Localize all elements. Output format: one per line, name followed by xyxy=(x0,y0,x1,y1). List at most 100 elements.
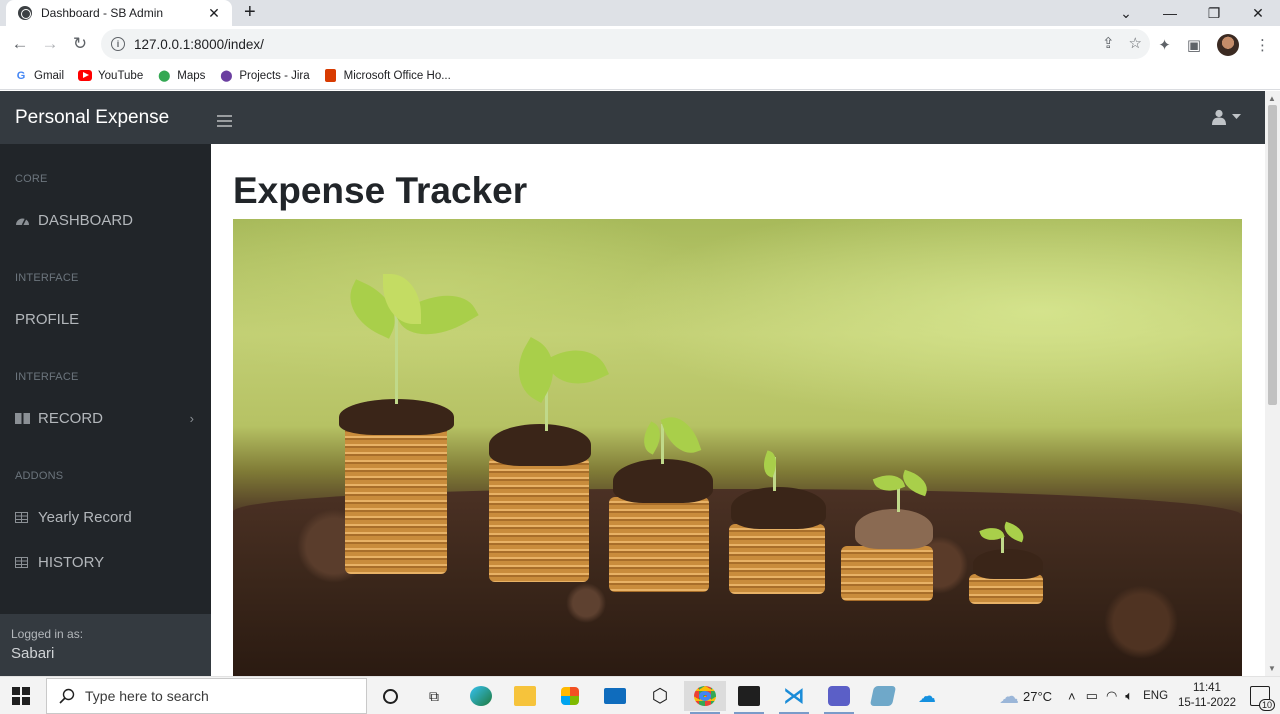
chevron-up-icon[interactable]: ˄ xyxy=(1068,689,1076,704)
vscode-icon[interactable]: ⋊ xyxy=(773,681,815,714)
sidebar-footer: Logged in as: Sabari xyxy=(0,614,211,676)
sidebar-toggle-icon[interactable] xyxy=(217,115,232,130)
browser-tab-active[interactable]: Dashboard - SB Admin ✕ xyxy=(6,0,232,26)
volume-icon[interactable]: 🔈︎ xyxy=(1125,688,1133,704)
3d-viewer-icon[interactable]: ⬡ xyxy=(639,681,681,711)
clock[interactable]: 11:41 15-11-2022 xyxy=(1178,681,1236,711)
caret-down-icon xyxy=(1232,114,1241,119)
sidebar-item-history[interactable]: HISTORY xyxy=(15,554,200,571)
onedrive-icon[interactable]: ☁ xyxy=(906,681,948,711)
table-icon xyxy=(15,557,28,568)
forward-icon[interactable]: → xyxy=(38,32,62,56)
profile-avatar[interactable] xyxy=(1217,34,1239,56)
sidebar-heading-interface: INTERFACE xyxy=(15,272,79,284)
toolbar-actions: ✦ ▣ ⋮ xyxy=(1158,34,1270,56)
weather-temp[interactable]: 27°C xyxy=(1023,689,1052,704)
terminal-icon[interactable] xyxy=(728,681,770,714)
language-indicator[interactable]: ENG xyxy=(1143,690,1168,702)
sidebar-item-dashboard[interactable]: DASHBOARD xyxy=(15,212,200,229)
notification-icon[interactable]: 10 xyxy=(1250,686,1275,711)
share-icon[interactable]: ⇪ xyxy=(1102,34,1115,52)
weather-icon[interactable]: ☁ xyxy=(999,684,1019,709)
browser-menu-icon[interactable]: ⋮ xyxy=(1255,36,1270,54)
file-explorer-icon[interactable] xyxy=(504,681,546,711)
columns-icon xyxy=(15,413,30,424)
scroll-down-icon[interactable]: ▼ xyxy=(1268,664,1276,673)
chevron-right-icon: › xyxy=(189,411,194,426)
user-icon xyxy=(1212,109,1226,125)
task-view-icon[interactable]: ⧉ xyxy=(413,681,455,711)
plant-leaf xyxy=(660,410,702,460)
notes-icon[interactable] xyxy=(862,681,904,711)
coin-stack xyxy=(345,424,447,574)
sidebar-item-yearly-record[interactable]: Yearly Record xyxy=(15,509,200,526)
side-panel-icon[interactable]: ▣ xyxy=(1187,36,1201,54)
plant-leaf xyxy=(544,337,610,397)
sidebar-item-label: RECORD xyxy=(38,410,104,427)
bookmark-youtube[interactable]: YouTube xyxy=(78,69,143,83)
bookmark-maps[interactable]: ⬤ Maps xyxy=(157,69,205,83)
tachometer-icon xyxy=(16,218,29,226)
soil-mound xyxy=(339,399,454,435)
new-tab-button[interactable]: + xyxy=(244,1,262,23)
sidebar-item-label: PROFILE xyxy=(15,311,80,328)
sidebar-heading-core: CORE xyxy=(15,173,48,185)
sidebar: CORE DASHBOARD INTERFACE PROFILE INTERFA… xyxy=(0,144,211,676)
battery-icon[interactable]: ▭ xyxy=(1086,688,1098,704)
minimize-button[interactable]: — xyxy=(1148,0,1192,26)
soil-mound xyxy=(855,509,933,549)
bookmark-gmail[interactable]: G Gmail xyxy=(14,69,64,83)
user-dropdown[interactable] xyxy=(1212,109,1241,125)
reload-icon[interactable]: ↻ xyxy=(68,32,92,56)
plant-stem xyxy=(1001,537,1004,553)
bookmark-label: Projects - Jira xyxy=(239,69,310,82)
soil-mound xyxy=(613,459,713,503)
brand-title[interactable]: Personal Expense xyxy=(15,107,169,129)
sidebar-heading-interface-2: INTERFACE xyxy=(15,371,79,383)
coin-stack xyxy=(729,524,825,594)
edge-icon[interactable] xyxy=(460,681,502,711)
windows-start-icon[interactable] xyxy=(12,687,30,705)
sidebar-item-record[interactable]: RECORD › xyxy=(15,410,200,427)
clock-time: 11:41 xyxy=(1193,682,1221,694)
coin-stack xyxy=(841,546,933,601)
address-bar[interactable]: i 127.0.0.1:8000/index/ ⇪ ☆ xyxy=(101,29,1150,59)
close-window-button[interactable]: ✕ xyxy=(1236,0,1280,26)
window-controls: ⌄ — ❐ ✕ xyxy=(1104,0,1280,26)
taskbar-search[interactable]: Type here to search xyxy=(46,678,367,714)
omnibox-actions: ⇪ ☆ xyxy=(1102,34,1142,52)
wifi-icon[interactable]: ◠ xyxy=(1106,688,1117,704)
search-placeholder: Type here to search xyxy=(85,688,209,704)
scroll-up-icon[interactable]: ▲ xyxy=(1268,94,1276,103)
sidebar-heading-addons: ADDONS xyxy=(15,470,64,482)
tab-search-icon[interactable]: ⌄ xyxy=(1104,0,1148,26)
chrome-icon[interactable] xyxy=(684,681,726,714)
restore-button[interactable]: ❐ xyxy=(1192,0,1236,26)
bookmark-office[interactable]: Microsoft Office Ho... xyxy=(324,69,451,83)
back-icon[interactable]: ← xyxy=(8,32,32,56)
clock-date: 15-11-2022 xyxy=(1178,697,1236,709)
url-text[interactable]: 127.0.0.1:8000/index/ xyxy=(134,37,264,52)
coin-stack xyxy=(609,497,709,592)
teams-icon[interactable] xyxy=(818,681,860,714)
mail-icon[interactable] xyxy=(594,681,636,711)
bookmark-star-icon[interactable]: ☆ xyxy=(1129,34,1142,52)
extensions-icon[interactable]: ✦ xyxy=(1158,36,1171,54)
store-icon[interactable] xyxy=(549,681,591,711)
page-scrollbar[interactable]: ▲ ▼ xyxy=(1265,91,1280,676)
notification-count: 10 xyxy=(1258,699,1275,711)
soil-mound xyxy=(731,487,826,529)
site-info-icon[interactable]: i xyxy=(111,37,125,51)
bookmark-jira[interactable]: ⬤ Projects - Jira xyxy=(219,69,309,83)
windows-taskbar: Type here to search ⧉ ⬡ ⋊ ☁ ☁ 27°C ˄ ▭ ◠… xyxy=(0,676,1280,714)
coin-stack xyxy=(489,457,589,582)
browser-toolbar: ← → ↻ i 127.0.0.1:8000/index/ ⇪ ☆ ✦ ▣ ⋮ xyxy=(0,26,1280,62)
bookmarks-bar: G Gmail YouTube ⬤ Maps ⬤ Projects - Jira… xyxy=(0,62,1280,90)
close-tab-icon[interactable]: ✕ xyxy=(206,5,222,22)
table-icon xyxy=(15,512,28,523)
bookmark-label: Microsoft Office Ho... xyxy=(343,69,451,82)
cortana-icon[interactable] xyxy=(369,681,411,711)
sidebar-item-profile[interactable]: PROFILE xyxy=(15,311,200,328)
sidebar-item-label: Yearly Record xyxy=(38,509,132,526)
scroll-thumb[interactable] xyxy=(1268,105,1277,405)
